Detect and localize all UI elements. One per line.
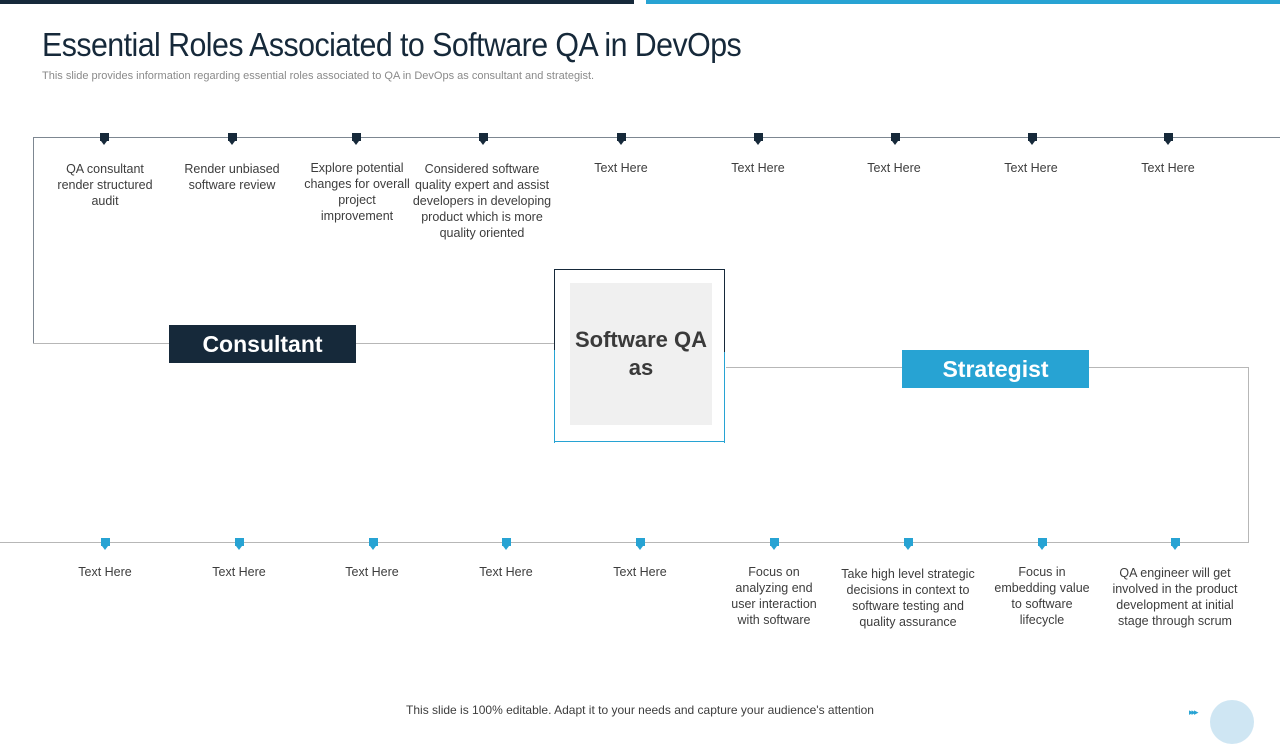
consultant-item: Text Here	[1004, 161, 1058, 175]
consultant-item: Text Here	[1141, 161, 1195, 175]
strategist-marker-icon	[770, 538, 779, 550]
strategist-marker-icon	[1171, 538, 1180, 550]
top-accent-bar-dark	[0, 0, 634, 4]
strategist-item: QA engineer will get involved in the pro…	[1112, 566, 1238, 628]
strategist-marker-icon	[502, 538, 511, 550]
center-label: Software QA as	[570, 283, 712, 425]
strategist-marker-icon	[369, 538, 378, 550]
strategist-right-line	[1248, 367, 1249, 543]
strategist-marker-icon	[904, 538, 913, 550]
consultant-item: Text Here	[867, 161, 921, 175]
consultant-marker-icon	[617, 133, 626, 145]
strategist-item: Take high level strategic decisions in c…	[841, 567, 975, 629]
strategist-marker-icon	[101, 538, 110, 550]
consultant-marker-icon	[1028, 133, 1037, 145]
consultant-top-line	[33, 137, 1280, 138]
consultant-label-box: Consultant	[169, 325, 356, 363]
strategist-bottom-line	[0, 542, 1249, 543]
strategist-item: Text Here	[212, 565, 266, 579]
strategist-label-box: Strategist	[902, 350, 1089, 388]
center-box-accent-left	[554, 350, 555, 443]
consultant-item: Text Here	[594, 161, 648, 175]
strategist-item: Text Here	[345, 565, 399, 579]
strategist-item: Text Here	[613, 565, 667, 579]
consultant-marker-icon	[1164, 133, 1173, 145]
corner-decoration	[1210, 700, 1254, 744]
consultant-marker-icon	[228, 133, 237, 145]
triple-chevron-right-icon[interactable]: ▸▸▸	[1189, 707, 1198, 718]
strategist-marker-icon	[235, 538, 244, 550]
strategist-marker-icon	[636, 538, 645, 550]
consultant-marker-icon	[754, 133, 763, 145]
center-box-accent-right	[724, 352, 725, 443]
software-qa-center-box: Software QA as	[554, 269, 725, 443]
consultant-marker-icon	[352, 133, 361, 145]
top-accent-bar-blue	[646, 0, 1280, 4]
consultant-marker-icon	[100, 133, 109, 145]
strategist-item: Focus in embedding value to software lif…	[994, 565, 1090, 627]
strategist-item: Text Here	[78, 565, 132, 579]
consultant-marker-icon	[891, 133, 900, 145]
page-title: Essential Roles Associated to Software Q…	[42, 26, 742, 63]
consultant-item: Text Here	[731, 161, 785, 175]
footer-note: This slide is 100% editable. Adapt it to…	[406, 703, 874, 717]
strategist-marker-icon	[1038, 538, 1047, 550]
consultant-marker-icon	[479, 133, 488, 145]
consultant-item: Considered software quality expert and a…	[412, 162, 552, 240]
strategist-item: Focus on analyzing end user interaction …	[731, 565, 817, 627]
strategist-item: Text Here	[479, 565, 533, 579]
page-subtitle: This slide provides information regardin…	[42, 70, 595, 82]
